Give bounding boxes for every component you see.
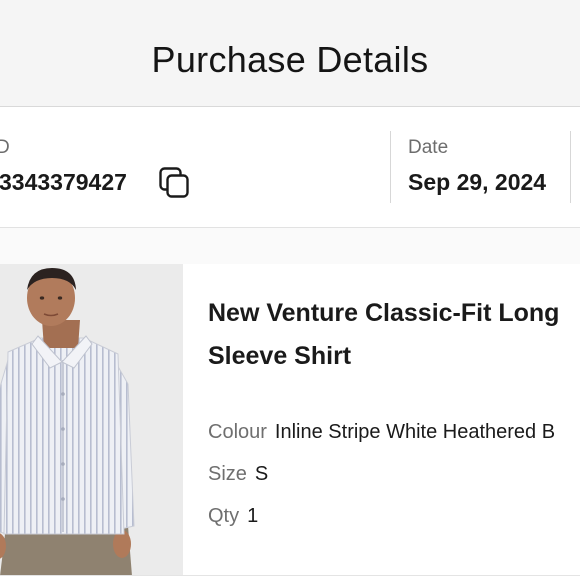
order-info-panel: D 3343379427 Date Sep 29, 2024 [0,107,580,228]
attribute-value: Inline Stripe White Heathered B [274,421,556,443]
attribute-size: Size S [208,463,268,486]
attribute-qty: Qty 1 [208,505,258,528]
product-image[interactable] [0,264,183,576]
attribute-label: Colour [208,421,267,443]
column-divider [390,131,391,203]
divider [0,575,580,576]
order-id-label: D [0,137,10,159]
page-header: Purchase Details [0,0,580,107]
product-title[interactable]: New Venture Classic-Fit Long Sleeve Shir… [208,292,580,378]
date-value: Sep 29, 2024 [408,169,547,195]
attribute-label: Qty [208,505,240,527]
date-label: Date [408,137,449,158]
product-title-line: New Venture Classic-Fit Long [208,299,560,327]
attribute-colour: Colour Inline Stripe White Heathered B [208,421,555,444]
section-spacer [0,228,580,264]
attribute-value: 1 [247,505,259,527]
copy-icon[interactable] [158,166,190,200]
order-id-value: 3343379427 [0,169,127,195]
product-card: New Venture Classic-Fit Long Sleeve Shir… [0,264,580,580]
column-divider [570,131,571,203]
attribute-value: S [254,463,269,485]
product-title-line: Sleeve Shirt [208,342,352,370]
attribute-label: Size [208,463,247,485]
page-title: Purchase Details [151,39,429,80]
